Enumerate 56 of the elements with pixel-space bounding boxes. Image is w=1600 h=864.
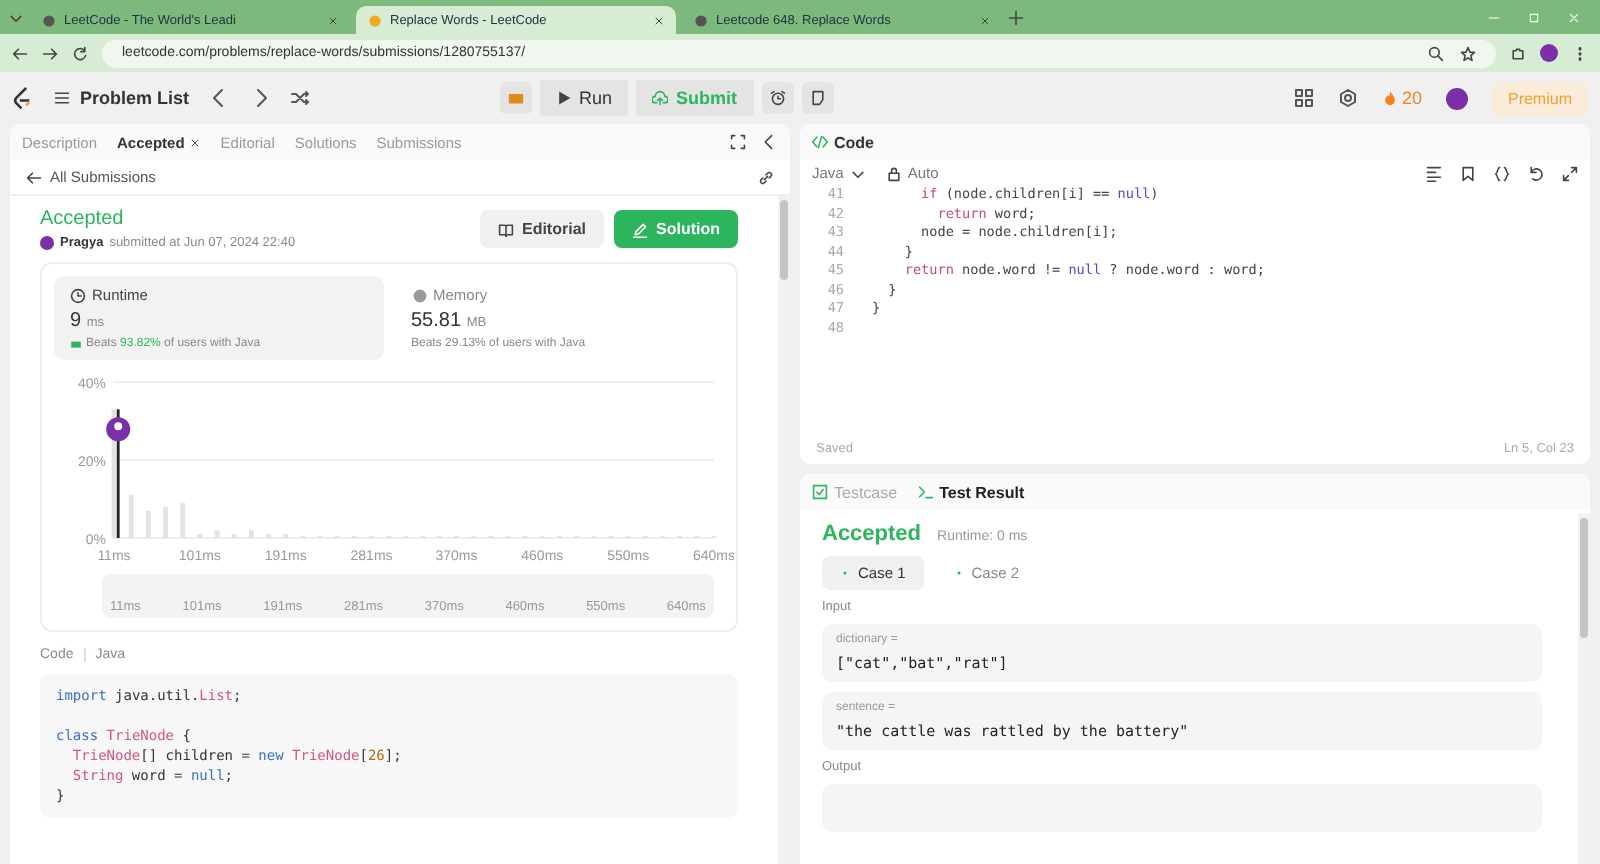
- note-button[interactable]: [801, 82, 834, 114]
- expand-icon[interactable]: [1562, 165, 1578, 181]
- panel-tab[interactable]: Test Result: [917, 483, 1025, 501]
- flame-icon: [1381, 90, 1398, 106]
- bullet-icon: [953, 568, 964, 578]
- favicon-icon: [694, 13, 708, 27]
- problem-list-link[interactable]: Problem List: [54, 88, 190, 108]
- back-arrow-icon: [26, 169, 42, 185]
- checkbox-icon: [812, 484, 828, 500]
- panel-title: Code: [834, 133, 874, 151]
- fullscreen-icon[interactable]: [730, 134, 746, 150]
- logo-icon[interactable]: [12, 85, 34, 111]
- close-icon[interactable]: [654, 15, 664, 25]
- forward-icon[interactable]: [42, 45, 58, 61]
- user-avatar: [40, 236, 54, 250]
- lock-icon: [885, 165, 902, 181]
- back-icon[interactable]: [12, 45, 28, 61]
- favicon-icon: [368, 13, 382, 27]
- settings-icon[interactable]: [1337, 88, 1358, 108]
- profile-avatar[interactable]: [1540, 44, 1558, 62]
- format-icon[interactable]: [1426, 165, 1442, 181]
- code-icon: [812, 134, 828, 150]
- new-tab-icon[interactable]: [1008, 9, 1024, 25]
- close-icon[interactable]: [980, 15, 990, 25]
- editorial-button[interactable]: Editorial: [479, 210, 604, 248]
- collapse-icon[interactable]: [762, 134, 778, 150]
- run-button[interactable]: Run: [539, 80, 629, 116]
- clock-icon: [70, 287, 86, 303]
- bookmark-icon[interactable]: [1460, 165, 1476, 181]
- grid-icon[interactable]: [1293, 88, 1314, 108]
- braces-icon[interactable]: [1494, 165, 1510, 181]
- book-icon: [497, 221, 514, 237]
- shuffle-icon[interactable]: [289, 88, 310, 108]
- terminal-icon: [917, 484, 934, 500]
- play-icon: [555, 90, 572, 106]
- user-marker-icon: [106, 409, 131, 538]
- zoom-icon[interactable]: [1428, 45, 1444, 61]
- undo-icon[interactable]: [1528, 165, 1544, 181]
- star-icon[interactable]: [1460, 45, 1476, 61]
- note-icon: [809, 90, 826, 106]
- list-icon: [54, 90, 70, 106]
- alarm-icon: [769, 90, 786, 106]
- cloud-upload-icon: [652, 90, 669, 106]
- close-icon[interactable]: [190, 137, 201, 147]
- alarm-button[interactable]: [761, 82, 794, 114]
- badge-icon: [70, 338, 82, 350]
- result-status: Accepted: [822, 522, 922, 546]
- bullet-icon: [840, 568, 850, 578]
- pen-icon: [632, 221, 648, 237]
- link-icon[interactable]: [758, 169, 774, 185]
- extensions-icon[interactable]: [1510, 45, 1526, 61]
- favicon-icon: [42, 13, 56, 27]
- close-icon[interactable]: [328, 15, 338, 25]
- status-label: Accepted: [40, 208, 126, 230]
- reload-icon[interactable]: [72, 45, 88, 61]
- user-avatar[interactable]: [1445, 87, 1468, 109]
